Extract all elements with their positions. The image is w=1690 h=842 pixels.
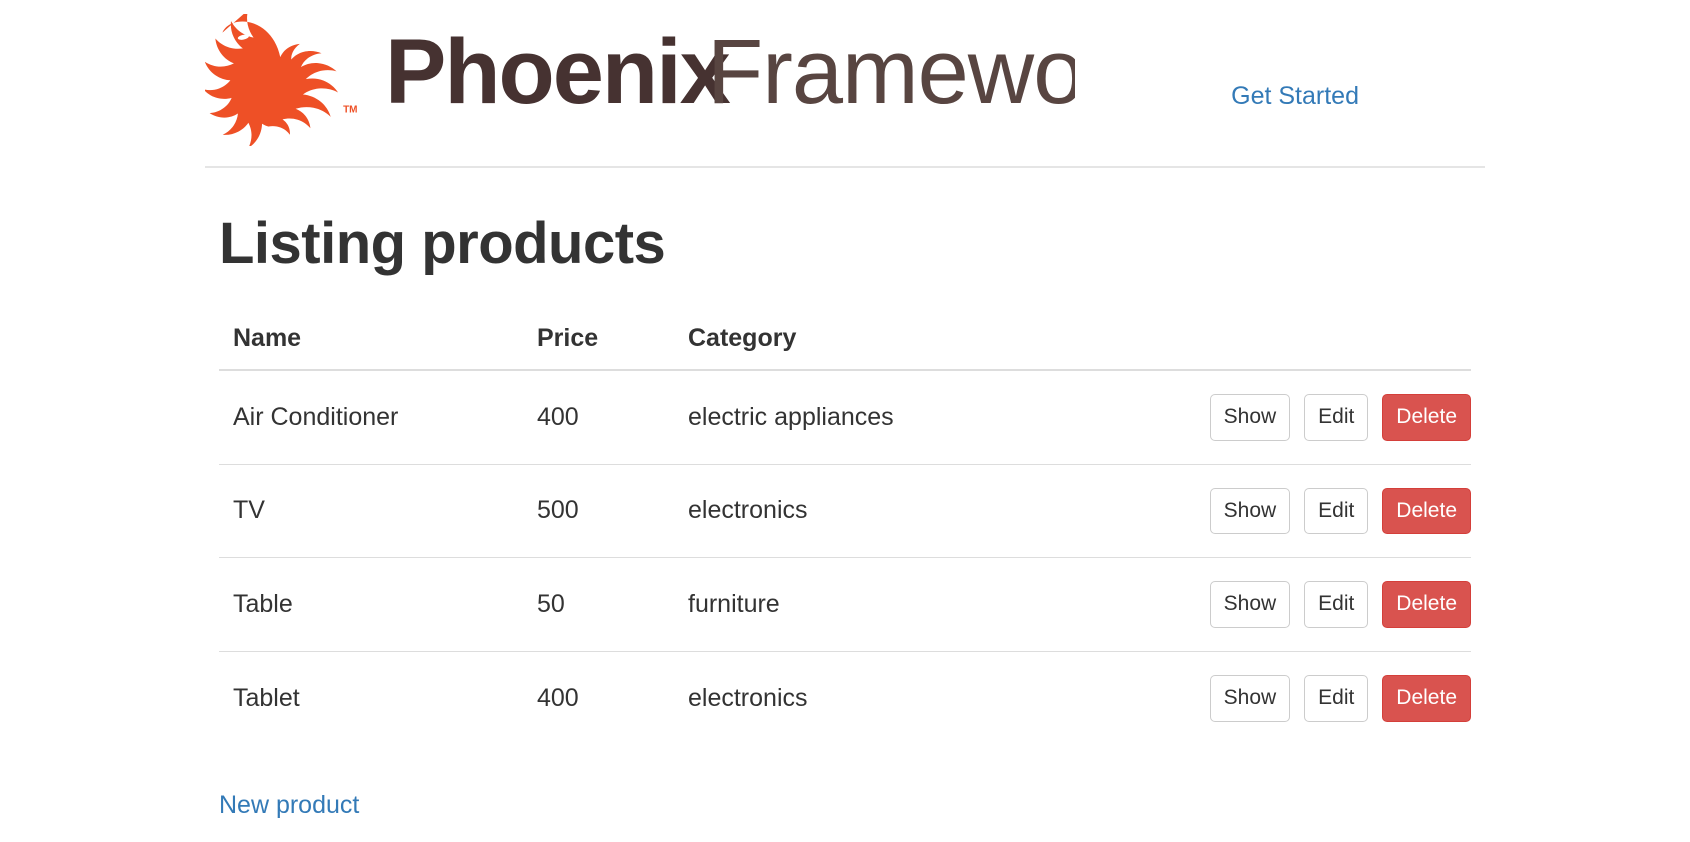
delete-button[interactable]: Delete bbox=[1382, 581, 1471, 629]
cell-name: Air Conditioner bbox=[233, 402, 399, 431]
table-row: TV 500 electronics Show Edit Delete bbox=[219, 463, 1471, 558]
show-button[interactable]: Show bbox=[1209, 675, 1291, 723]
cell-price: 500 bbox=[523, 463, 674, 558]
column-header-actions bbox=[1188, 323, 1471, 371]
svg-text:Phoenix: Phoenix bbox=[385, 25, 731, 123]
table-row: Tablet 400 electronics Show Edit Delete bbox=[219, 651, 1471, 746]
table-row: Table 50 furniture Show Edit Delete bbox=[219, 557, 1471, 652]
cell-price: 400 bbox=[537, 402, 579, 431]
cell-price: 50 bbox=[523, 557, 674, 652]
cell-actions: Show Edit Delete bbox=[1188, 370, 1471, 464]
new-product-link[interactable]: New product bbox=[219, 791, 359, 819]
cell-category: electric appliances bbox=[688, 402, 894, 431]
products-table-wrapper: Name Price Category Air Conditioner 400 … bbox=[205, 323, 1485, 746]
new-product-link-wrapper: New product bbox=[205, 791, 1485, 820]
main-content: Listing products Name Price Category Air… bbox=[205, 168, 1485, 820]
page-container: TM Phoenix Framework Get Started Listing… bbox=[205, 0, 1485, 820]
svg-text:TM: TM bbox=[343, 104, 357, 115]
show-button[interactable]: Show bbox=[1209, 581, 1291, 629]
delete-button[interactable]: Delete bbox=[1382, 487, 1471, 535]
column-header-price: Price bbox=[523, 323, 674, 371]
products-table-head: Name Price Category bbox=[219, 323, 1471, 371]
header-nav: Get Started bbox=[1231, 82, 1359, 111]
delete-button[interactable]: Delete bbox=[1382, 675, 1471, 723]
cell-name: Tablet bbox=[219, 651, 523, 746]
cell-price: 400 bbox=[523, 651, 674, 746]
delete-button[interactable]: Delete bbox=[1382, 393, 1471, 441]
edit-button[interactable]: Edit bbox=[1304, 487, 1369, 535]
table-row: Air Conditioner 400 electric appliances … bbox=[219, 370, 1471, 464]
cell-actions: Show Edit Delete bbox=[1188, 463, 1471, 558]
cell-category: electronics bbox=[674, 651, 1188, 746]
site-header: TM Phoenix Framework Get Started bbox=[205, 0, 1485, 168]
get-started-link[interactable]: Get Started bbox=[1231, 82, 1359, 110]
column-header-name: Name bbox=[219, 323, 523, 371]
show-button[interactable]: Show bbox=[1209, 487, 1291, 535]
cell-category: furniture bbox=[674, 557, 1188, 652]
table-header-row: Name Price Category bbox=[219, 323, 1471, 371]
brand-link[interactable]: TM Phoenix Framework bbox=[205, 14, 1075, 146]
svg-text:Framework: Framework bbox=[707, 25, 1075, 123]
phoenix-framework-wordmark: Phoenix Framework bbox=[385, 25, 1075, 123]
products-table-body: Air Conditioner 400 electric appliances … bbox=[219, 370, 1471, 746]
cell-name: TV bbox=[219, 463, 523, 558]
edit-button[interactable]: Edit bbox=[1304, 393, 1369, 441]
phoenix-bird-logo-icon: TM bbox=[205, 14, 358, 146]
cell-actions: Show Edit Delete bbox=[1188, 557, 1471, 652]
products-table: Name Price Category Air Conditioner 400 … bbox=[219, 323, 1471, 746]
column-header-category: Category bbox=[674, 323, 1188, 371]
page-root: TM Phoenix Framework Get Started Listing… bbox=[0, 0, 1690, 842]
cell-category: electronics bbox=[674, 463, 1188, 558]
cell-name: Table bbox=[219, 557, 523, 652]
edit-button[interactable]: Edit bbox=[1304, 675, 1369, 723]
page-title: Listing products bbox=[219, 211, 666, 276]
show-button[interactable]: Show bbox=[1209, 393, 1291, 441]
cell-actions: Show Edit Delete bbox=[1188, 651, 1471, 746]
edit-button[interactable]: Edit bbox=[1304, 581, 1369, 629]
